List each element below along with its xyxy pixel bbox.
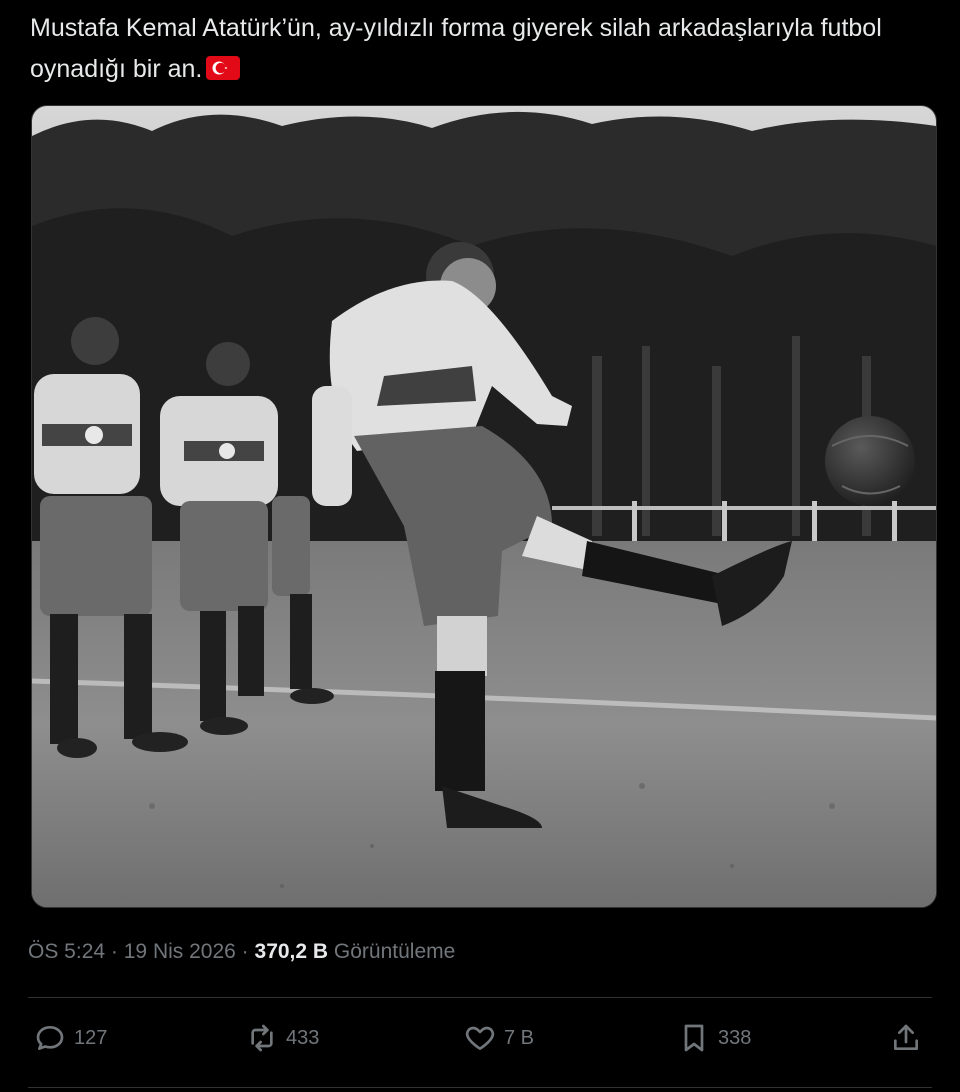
tweet-photo[interactable] [31, 105, 937, 908]
reply-button[interactable]: 127 [34, 1016, 107, 1060]
share-button[interactable] [890, 1016, 922, 1060]
bookmark-count: 338 [718, 1026, 752, 1049]
views-label: Görüntüleme [333, 940, 456, 963]
meta-separator: · [110, 940, 118, 963]
views-count: 370,2 B [254, 940, 329, 963]
bookmark-icon [684, 1024, 704, 1052]
bookmark-button[interactable]: 338 [678, 1016, 751, 1060]
like-count: 7 B [504, 1026, 535, 1049]
repost-icon [251, 1024, 273, 1052]
tweet-text: Mustafa Kemal Atatürk’ün, ay-yıldızlı fo… [30, 8, 930, 90]
share-icon [894, 1024, 918, 1050]
reply-count: 127 [74, 1026, 108, 1049]
heart-icon [465, 1026, 495, 1050]
like-button[interactable]: 7 B [464, 1016, 534, 1060]
divider [28, 1087, 932, 1088]
tweet-date[interactable]: 19 Nis 2026 [124, 940, 236, 963]
repost-button[interactable]: 433 [246, 1016, 319, 1060]
divider [28, 997, 932, 998]
turkey-flag-icon [206, 56, 241, 80]
tweet-actions: 127 433 7 B 338 [28, 1016, 932, 1060]
reply-icon [36, 1026, 64, 1050]
tweet-metadata: ÖS 5:24 · 19 Nis 2026 · 370,2 B Görüntül… [28, 940, 455, 964]
tweet-time[interactable]: ÖS 5:24 [28, 940, 105, 963]
repost-count: 433 [286, 1026, 320, 1049]
tweet-body: Mustafa Kemal Atatürk’ün, ay-yıldızlı fo… [30, 14, 882, 83]
meta-separator: · [241, 940, 249, 963]
photo-football-scene [32, 106, 936, 907]
